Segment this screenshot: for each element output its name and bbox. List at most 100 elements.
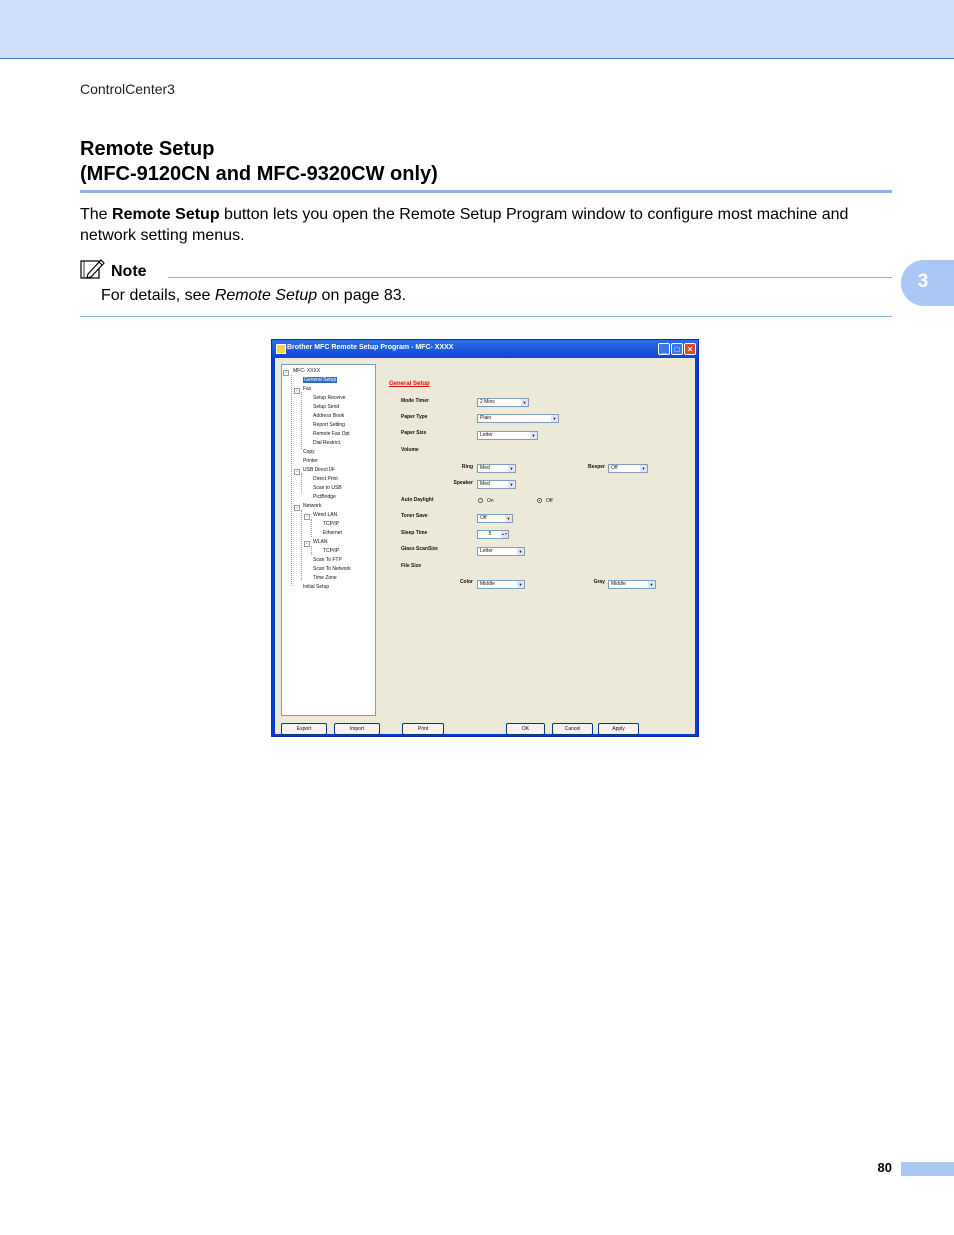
paper-type-label: Paper Type (401, 414, 428, 420)
mode-timer-select[interactable]: 2 Mins ▼ (477, 398, 529, 407)
speaker-value: Med (480, 481, 490, 487)
tree-collapse-icon[interactable]: − (294, 469, 300, 475)
print-button[interactable]: Print (402, 723, 444, 735)
spin-arrows-icon[interactable]: ▲▼ (501, 531, 508, 538)
intro-bold: Remote Setup (112, 206, 220, 223)
tree-item-usb-direct[interactable]: USB Direct I/F (303, 467, 335, 473)
chevron-down-icon[interactable]: ▼ (517, 548, 524, 555)
page-title: Remote Setup (MFC-9120CN and MFC-9320CW … (80, 137, 438, 187)
paper-type-select[interactable]: Plain ▼ (477, 414, 559, 423)
tree-item-fax[interactable]: Fax (303, 386, 311, 392)
intro-before: The (80, 206, 113, 223)
tree-item-scan-to-network[interactable]: Scan To Network (313, 566, 351, 572)
file-size-label: File Size (401, 563, 422, 569)
maximize-button[interactable]: □ (671, 343, 683, 355)
gray-value: Middle (611, 581, 626, 587)
title-line-1: Remote Setup (80, 138, 215, 160)
cancel-button[interactable]: Cancel (552, 723, 593, 735)
gray-select[interactable]: Middle ▼ (608, 580, 656, 589)
auto-daylight-off-label: Off (546, 498, 553, 504)
chevron-down-icon[interactable]: ▼ (521, 399, 528, 406)
tree-collapse-icon[interactable]: − (294, 388, 300, 394)
chevron-down-icon[interactable]: ▼ (640, 465, 647, 472)
paper-size-value: Letter (480, 432, 493, 438)
beeper-select[interactable]: Off ▼ (608, 464, 648, 473)
tree-collapse-icon[interactable]: − (294, 505, 300, 511)
tree-item-pictbridge[interactable]: PictBridge (313, 494, 336, 500)
gray-label: Gray (593, 579, 605, 585)
tree-item-direct-print[interactable]: Direct Print (313, 476, 338, 482)
sleep-time-spinner[interactable]: 5 ▲▼ (477, 530, 509, 539)
chevron-down-icon[interactable]: ▼ (508, 465, 515, 472)
beeper-label: Beeper (588, 464, 605, 470)
window-client: − MFC- XXXX General Setup − Fax Setup Re… (275, 358, 695, 735)
app-icon (276, 344, 286, 354)
close-button[interactable]: ✕ (684, 343, 696, 355)
intro-paragraph: The Remote Setup button lets you open th… (80, 204, 895, 246)
header-band (0, 0, 954, 59)
tree-line (301, 392, 302, 449)
tree-item-scan-to-ftp[interactable]: Scan To FTP (313, 557, 342, 563)
paper-size-label: Paper Size (401, 430, 427, 436)
tree-item-setup-receive[interactable]: Setup Receive (313, 395, 346, 401)
window-titlebar[interactable]: Brother MFC Remote Setup Program - MFC- … (272, 340, 698, 358)
paper-type-value: Plain (480, 415, 492, 421)
export-button[interactable]: Export (281, 723, 327, 735)
tree-item-setup-send[interactable]: Setup Send (313, 404, 339, 410)
apply-button[interactable]: Apply (598, 723, 639, 735)
tree-item-printer[interactable]: Printer (303, 458, 318, 464)
color-select[interactable]: Middle ▼ (477, 580, 525, 589)
mode-timer-value: 2 Mins (480, 399, 495, 405)
mode-timer-label: Mode Timer (401, 398, 429, 404)
glass-scan-size-label: Glass ScanSize (401, 546, 438, 552)
tree-line (311, 546, 312, 555)
section-title: General Setup (389, 381, 430, 387)
tree-collapse-icon[interactable]: − (304, 514, 310, 520)
chevron-down-icon[interactable]: ▼ (551, 415, 558, 422)
tree-item-time-zone[interactable]: Time Zone (313, 575, 337, 581)
tree-item-remote-fax-opt[interactable]: Remote Fax Opt (313, 431, 350, 437)
title-rule (80, 190, 892, 193)
tree-item-network[interactable]: Network (303, 503, 321, 509)
tree-item-wired-lan[interactable]: Wired LAN (313, 512, 337, 518)
ring-select[interactable]: Med ▼ (477, 464, 516, 473)
page-number: 80 (877, 1160, 892, 1175)
tree-item-scan-to-usb[interactable]: Scan to USB (313, 485, 342, 491)
tree-collapse-icon[interactable]: − (283, 370, 289, 376)
note-link[interactable]: Remote Setup (215, 287, 317, 304)
volume-label: Volume (401, 447, 419, 453)
tree-item-wlan-tcpip[interactable]: TCP/IP (323, 548, 339, 554)
chevron-down-icon[interactable]: ▼ (648, 581, 655, 588)
auto-daylight-off-radio[interactable] (537, 498, 542, 503)
tree-item-root[interactable]: MFC- XXXX (293, 368, 320, 374)
tree-item-wired-tcpip[interactable]: TCP/IP (323, 521, 339, 527)
tree-item-report-setting[interactable]: Report Setting (313, 422, 345, 428)
ok-button[interactable]: OK (506, 723, 545, 735)
tree-item-wlan[interactable]: WLAN (313, 539, 327, 545)
chevron-down-icon[interactable]: ▼ (530, 432, 537, 439)
note-label: Note (111, 263, 147, 280)
tree-item-copy[interactable]: Copy (303, 449, 315, 455)
import-button[interactable]: Import (334, 723, 380, 735)
tree-item-address-book[interactable]: Address Book (313, 413, 344, 419)
auto-daylight-on-radio[interactable] (478, 498, 483, 503)
tree-item-dial-restrict[interactable]: Dial Restrict. (313, 440, 341, 446)
tree-item-initial-setup[interactable]: Initial Setup (303, 584, 329, 590)
toner-save-select[interactable]: Off ▼ (477, 514, 513, 523)
speaker-select[interactable]: Med ▼ (477, 480, 516, 489)
tree-collapse-icon[interactable]: − (304, 541, 310, 547)
toner-save-label: Toner Save (401, 513, 428, 519)
tree-line (291, 375, 292, 586)
minimize-button[interactable]: _ (658, 343, 670, 355)
tree-item-general-setup[interactable]: General Setup (303, 377, 338, 383)
note-text: For details, see Remote Setup on page 83… (101, 287, 406, 305)
paper-size-select[interactable]: Letter ▼ (477, 431, 538, 440)
glass-scan-size-select[interactable]: Letter ▼ (477, 547, 525, 556)
settings-tree[interactable]: − MFC- XXXX General Setup − Fax Setup Re… (281, 364, 376, 716)
chevron-down-icon[interactable]: ▼ (517, 581, 524, 588)
speaker-label: Speaker (453, 480, 473, 486)
chevron-down-icon[interactable]: ▼ (508, 481, 515, 488)
tree-item-ethernet[interactable]: Ethernet (323, 530, 342, 536)
chevron-down-icon[interactable]: ▼ (505, 515, 512, 522)
color-value: Middle (480, 581, 495, 587)
